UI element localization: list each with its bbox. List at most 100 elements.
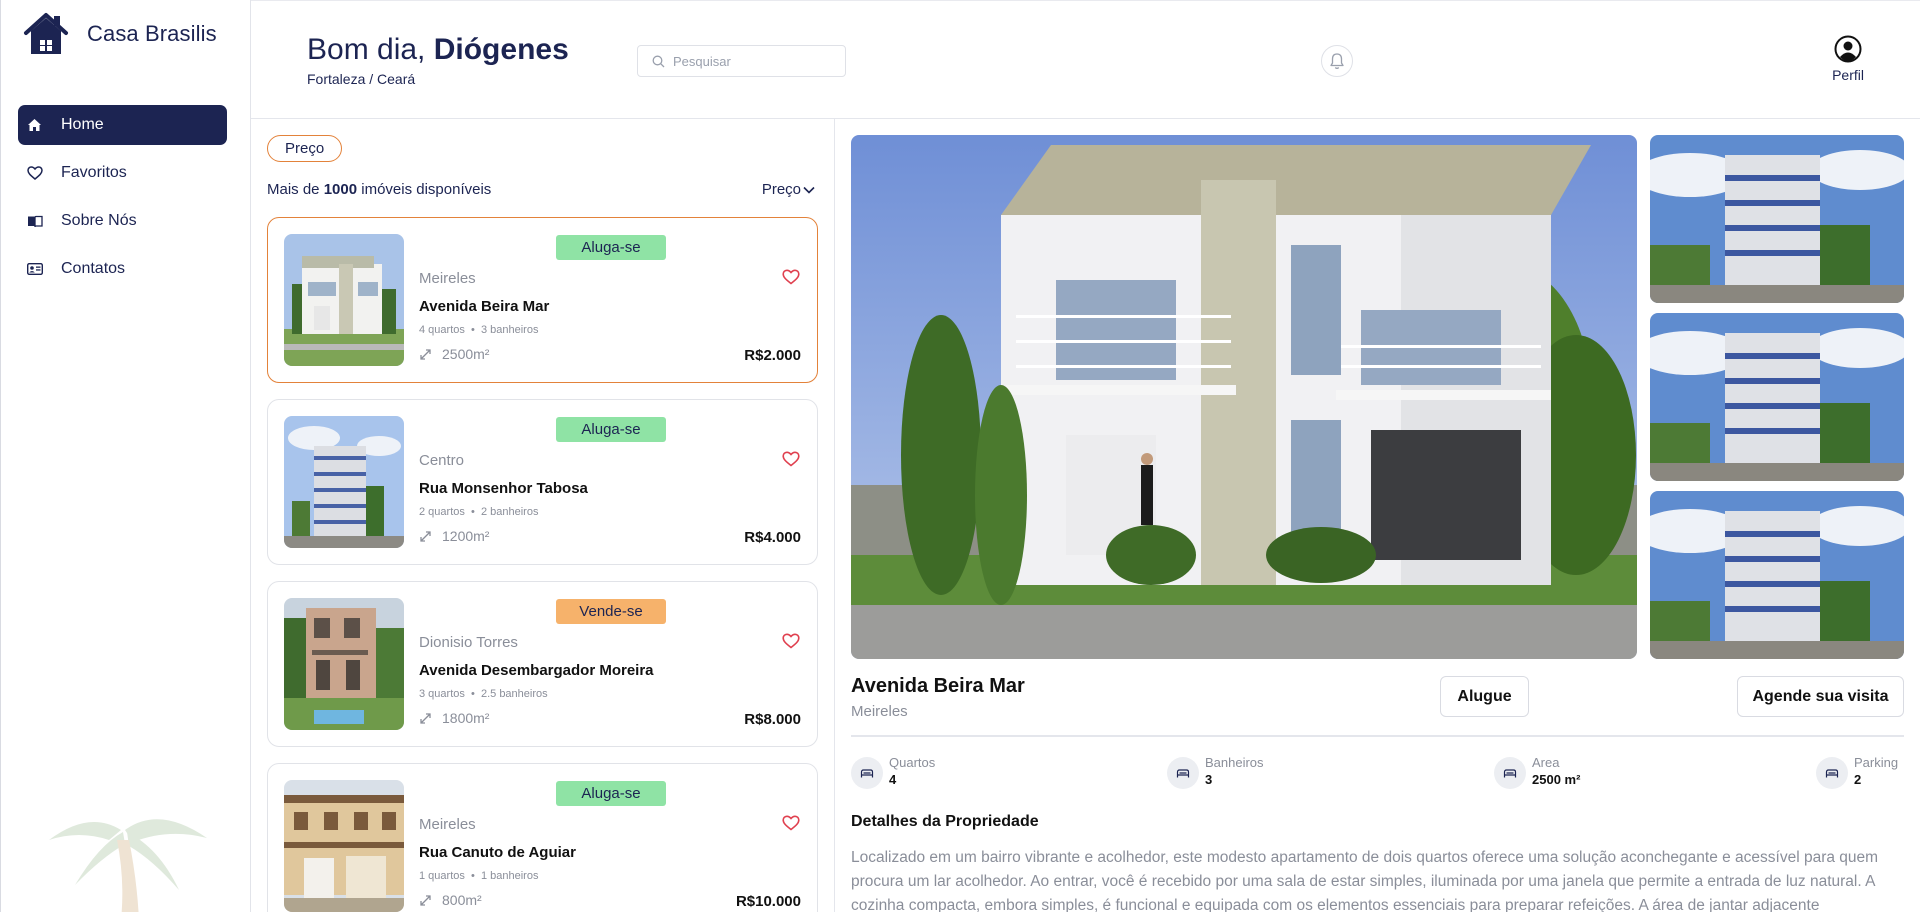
feature-label: Quartos [889, 755, 936, 770]
bed-icon [1494, 757, 1526, 789]
sidebar-item-sobre-nos[interactable]: Sobre Nós [18, 201, 227, 241]
search-icon [652, 55, 665, 67]
listing-photo-townhouse [284, 598, 404, 730]
listing-street: Rua Canuto de Aguiar [419, 844, 576, 861]
profile-label: Perfil [1832, 67, 1864, 83]
feature-value: 4 [889, 772, 897, 787]
property-thumbnail-1[interactable] [1650, 135, 1904, 303]
sidebar-item-home[interactable]: Home [18, 105, 227, 145]
sidebar-item-label: Favoritos [61, 164, 127, 181]
search-box[interactable] [637, 45, 846, 77]
chevron-down-icon [803, 186, 815, 194]
property-title: Avenida Beira Mar [851, 675, 1025, 697]
search-input[interactable] [673, 53, 833, 69]
listing-cards: Aluga-se Meireles Avenida Beira Mar 4 qu… [267, 217, 818, 912]
rent-button[interactable]: Alugue [1440, 676, 1529, 717]
area-value: 1800m² [442, 710, 490, 726]
feature-value: 3 [1205, 772, 1213, 787]
heart-icon [26, 165, 43, 182]
expand-arrows-icon [420, 348, 431, 360]
area-value: 2500m² [442, 346, 490, 362]
listing-street: Rua Monsenhor Tabosa [419, 480, 588, 497]
notifications-button[interactable] [1321, 45, 1353, 77]
rooms-count: 1 quartos [419, 870, 465, 882]
feature-quartos: Quartos 4 [851, 755, 935, 789]
feature-banheiros: Banheiros 3 [1167, 755, 1264, 789]
listing-price: R$8.000 [744, 711, 801, 728]
listing-photo-apartment-building [284, 416, 404, 548]
listing-card[interactable]: Aluga-se Meireles Rua Canuto de Aguiar 1… [267, 763, 818, 912]
feature-value: 2500 m² [1532, 772, 1581, 787]
results-count: Mais de 1000 imóveis disponíveis [267, 181, 491, 198]
listing-rooms: 2 quartos • 2 banheiros [419, 506, 538, 518]
dot-separator: • [467, 324, 478, 336]
schedule-visit-button[interactable]: Agende sua visita [1737, 676, 1904, 717]
price-filter-chip[interactable]: Preço [267, 135, 343, 162]
greeting-prefix: Bom dia, [307, 33, 426, 66]
favorite-heart-icon[interactable] [782, 815, 800, 831]
listing-rooms: 3 quartos • 2.5 banheiros [419, 688, 548, 700]
property-detail: Avenida Beira Mar Meireles Alugue Agende… [835, 119, 1920, 912]
listing-card[interactable]: Aluga-se Centro Rua Monsenhor Tabosa 2 q… [267, 399, 818, 565]
status-badge: Vende-se [556, 599, 666, 624]
baths-count: 2 banheiros [480, 506, 539, 518]
feature-value: 2 [1854, 772, 1862, 787]
favorite-heart-icon[interactable] [782, 451, 800, 467]
bed-icon [1816, 757, 1848, 789]
bed-icon [1167, 757, 1199, 789]
baths-count: 1 banheiros [480, 870, 539, 882]
favorite-heart-icon[interactable] [782, 269, 800, 285]
feature-label: Banheiros [1205, 755, 1264, 770]
listing-neighborhood: Meireles [419, 270, 476, 287]
home-icon [26, 117, 43, 134]
dot-separator: • [467, 506, 478, 518]
listing-area: 1200m² [419, 528, 489, 544]
brand-name: Casa Brasilis [87, 21, 217, 46]
rooms-count: 2 quartos [419, 506, 465, 518]
sidebar-nav: Home Favoritos Sobre Nós Contatos [18, 105, 227, 297]
count-prefix: Mais de [267, 181, 320, 198]
sidebar-item-label: Home [61, 116, 104, 133]
expand-arrows-icon [420, 894, 431, 906]
sidebar-item-favoritos[interactable]: Favoritos [18, 153, 227, 193]
feature-parking: Parking 2 [1816, 755, 1898, 789]
sidebar-item-contatos[interactable]: Contatos [18, 249, 227, 289]
listing-photo-row-house [284, 780, 404, 912]
listing-area: 800m² [419, 892, 482, 908]
sidebar: Casa Brasilis Home Favoritos Sobre Nós C… [0, 0, 251, 912]
listing-price: R$2.000 [744, 347, 801, 364]
rooms-count: 4 quartos [419, 324, 465, 336]
property-neighborhood: Meireles [851, 703, 908, 720]
listing-price: R$10.000 [735, 893, 801, 910]
listing-rooms: 4 quartos • 3 banheiros [419, 324, 538, 336]
favorite-heart-icon[interactable] [782, 633, 800, 649]
feature-label: Parking [1854, 755, 1899, 770]
divider [851, 735, 1904, 737]
details-heading: Detalhes da Propriedade [851, 813, 1039, 830]
expand-arrows-icon [420, 712, 431, 724]
listing-card[interactable]: Vende-se Dionisio Torres Avenida Desemba… [267, 581, 818, 747]
property-thumbnail-2[interactable] [1650, 313, 1904, 481]
baths-count: 3 banheiros [480, 324, 539, 336]
sort-label: Preço [761, 181, 801, 198]
listing-area: 2500m² [419, 346, 489, 362]
user-name: Diógenes [433, 33, 569, 66]
count-suffix: imóveis disponíveis [361, 181, 492, 198]
property-main-photo[interactable] [851, 135, 1637, 659]
area-value: 1200m² [442, 528, 490, 544]
listing-card[interactable]: Aluga-se Meireles Avenida Beira Mar 4 qu… [267, 217, 818, 383]
brand[interactable]: Casa Brasilis [23, 12, 217, 56]
status-badge: Aluga-se [556, 235, 666, 260]
property-description: Localizado em um bairro vibrante e acolh… [851, 849, 1879, 912]
user-location: Fortaleza / Ceará [307, 71, 416, 87]
book-icon [26, 213, 43, 230]
profile-button[interactable]: Perfil [1832, 35, 1864, 83]
feature-label: Area [1532, 755, 1560, 770]
listing-photo-modern-house [284, 234, 404, 366]
listing-price: R$4.000 [744, 529, 801, 546]
property-thumbnail-3[interactable] [1650, 491, 1904, 659]
sort-dropdown[interactable]: Preço [762, 181, 815, 198]
expand-arrows-icon [420, 530, 431, 542]
top-header: Bom dia, Diógenes Fortaleza / Ceará Perf… [251, 0, 1920, 119]
status-badge: Aluga-se [556, 781, 666, 806]
